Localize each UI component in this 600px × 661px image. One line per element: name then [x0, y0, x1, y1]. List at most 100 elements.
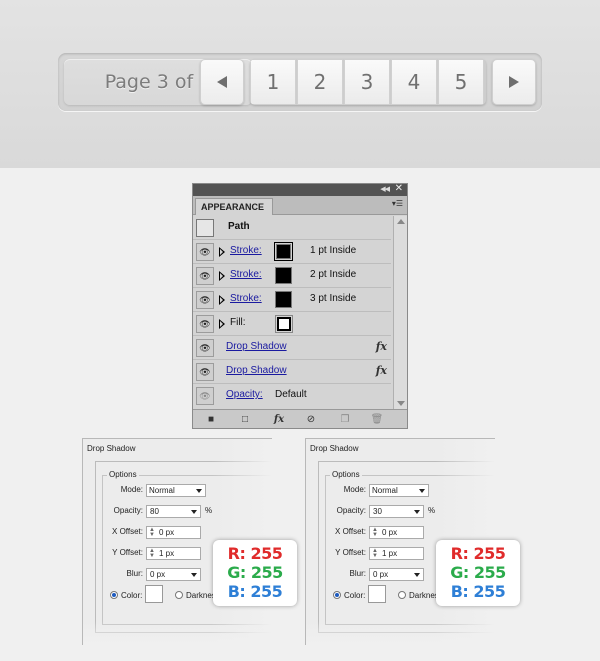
blur-value: 0 px — [373, 570, 389, 579]
opacity-input[interactable]: 80 — [146, 505, 201, 518]
trash-icon[interactable]: 🗑 — [371, 413, 384, 425]
dropdown-arrow-icon[interactable] — [191, 573, 197, 577]
dropdown-arrow-icon[interactable] — [414, 573, 420, 577]
close-icon[interactable]: ✕ — [395, 183, 403, 194]
eye-icon[interactable]: 👁 — [196, 267, 214, 285]
spinner-icon[interactable]: ▲ ▼ — [149, 527, 155, 538]
shadow-color-swatch[interactable] — [145, 585, 163, 603]
red-value: R: 255 — [227, 544, 283, 563]
fill-swatch[interactable] — [275, 315, 293, 333]
stroke-swatch[interactable] — [275, 267, 292, 284]
opacity-row[interactable]: 👁 Opacity: Default — [193, 384, 391, 408]
fill-row[interactable]: 👁 Fill: — [193, 312, 391, 336]
opacity-value: 30 — [373, 507, 382, 516]
eye-icon[interactable]: 👁 — [196, 339, 214, 357]
blur-input[interactable]: 0 px — [369, 568, 424, 581]
disclosure-triangle-icon[interactable] — [219, 319, 225, 329]
prev-page-button[interactable] — [200, 59, 244, 105]
y-offset-value: 1 px — [382, 549, 398, 558]
opacity-label: Opacity: — [336, 506, 366, 515]
arrow-right-icon — [509, 76, 519, 88]
color-label: Color: — [121, 591, 143, 600]
collapse-icon[interactable]: ◀◀ — [380, 185, 390, 193]
opacity-unit: % — [205, 506, 213, 515]
eye-icon[interactable]: 👁 — [196, 243, 214, 261]
page-button-5[interactable]: 5 — [438, 59, 484, 105]
spinner-icon[interactable]: ▲ ▼ — [372, 548, 378, 559]
stroke-swatch[interactable] — [274, 242, 293, 261]
drop-shadow-row-2[interactable]: 👁 Drop Shadow fx — [193, 360, 391, 384]
x-offset-label: X Offset: — [335, 527, 366, 536]
color-radio[interactable] — [333, 591, 341, 599]
opacity-link[interactable]: Opacity: — [226, 389, 263, 400]
add-fill-icon[interactable]: □ — [239, 413, 251, 425]
darkness-label: Darknes — [409, 591, 439, 600]
x-offset-input[interactable]: ▲ ▼ 0 px — [146, 526, 201, 539]
stroke-value: 3 pt Inside — [310, 293, 357, 304]
darkness-radio[interactable] — [398, 591, 406, 599]
mode-value: Normal — [372, 486, 398, 495]
page-number-group: 1 2 3 4 5 — [250, 59, 486, 105]
add-stroke-icon[interactable]: ■ — [205, 413, 217, 425]
y-offset-input[interactable]: ▲ ▼ 1 px — [369, 547, 424, 560]
shadow-color-swatch[interactable] — [368, 585, 386, 603]
spinner-icon[interactable]: ▲ ▼ — [372, 527, 378, 538]
spinner-icon[interactable]: ▲ ▼ — [149, 548, 155, 559]
pagination-bar: Page 3 of 9 1 2 3 4 5 — [58, 53, 542, 111]
path-row[interactable]: Path — [193, 216, 391, 240]
arrow-left-icon — [217, 76, 227, 88]
fx-icon: fx — [375, 364, 387, 377]
drop-shadow-row-1[interactable]: 👁 Drop Shadow fx — [193, 336, 391, 360]
blur-value: 0 px — [150, 570, 166, 579]
page-button-3[interactable]: 3 — [344, 59, 390, 105]
stroke-link[interactable]: Stroke: — [230, 293, 262, 304]
blue-value: B: 255 — [450, 582, 506, 601]
y-offset-input[interactable]: ▲ ▼ 1 px — [146, 547, 201, 560]
dropdown-arrow-icon[interactable] — [191, 510, 197, 514]
color-label: Color: — [344, 591, 366, 600]
clear-appearance-icon[interactable]: ⊘ — [305, 413, 317, 425]
stroke-link[interactable]: Stroke: — [230, 269, 262, 280]
stroke-swatch[interactable] — [275, 291, 292, 308]
opacity-label: Opacity: — [113, 506, 143, 515]
blur-input[interactable]: 0 px — [146, 568, 201, 581]
eye-icon[interactable]: 👁 — [196, 291, 214, 309]
rgb-readout-2: R: 255 G: 255 B: 255 — [436, 540, 520, 606]
add-effect-icon[interactable]: fx — [273, 413, 285, 425]
dropdown-arrow-icon — [196, 489, 202, 493]
duplicate-item-icon[interactable]: ❐ — [339, 413, 351, 425]
mode-select[interactable]: Normal — [146, 484, 206, 497]
panel-title-bar: ◀◀ ✕ — [193, 183, 407, 196]
rgb-readout-1: R: 255 G: 255 B: 255 — [213, 540, 297, 606]
stroke-row-1[interactable]: 👁 Stroke: 1 pt Inside — [193, 240, 391, 264]
dialog-title: Drop Shadow — [87, 444, 136, 453]
eye-icon[interactable]: 👁 — [196, 363, 214, 381]
y-offset-label: Y Offset: — [112, 548, 143, 557]
disclosure-triangle-icon[interactable] — [219, 271, 225, 281]
mode-select[interactable]: Normal — [369, 484, 429, 497]
page-button-2[interactable]: 2 — [297, 59, 343, 105]
tab-appearance[interactable]: APPEARANCE — [195, 198, 273, 215]
drop-shadow-link[interactable]: Drop Shadow — [226, 365, 287, 376]
stroke-link[interactable]: Stroke: — [230, 245, 262, 256]
eye-icon[interactable]: 👁 — [196, 387, 214, 405]
darkness-radio[interactable] — [175, 591, 183, 599]
scroll-up-icon[interactable] — [397, 219, 405, 224]
panel-scrollbar[interactable] — [393, 216, 407, 409]
page-button-4[interactable]: 4 — [391, 59, 437, 105]
dropdown-arrow-icon[interactable] — [414, 510, 420, 514]
opacity-input[interactable]: 30 — [369, 505, 424, 518]
x-offset-input[interactable]: ▲ ▼ 0 px — [369, 526, 424, 539]
drop-shadow-link[interactable]: Drop Shadow — [226, 341, 287, 352]
eye-icon[interactable]: 👁 — [196, 315, 214, 333]
page-button-1[interactable]: 1 — [250, 59, 296, 105]
disclosure-triangle-icon[interactable] — [219, 295, 225, 305]
next-page-button[interactable] — [492, 59, 536, 105]
stroke-row-3[interactable]: 👁 Stroke: 3 pt Inside — [193, 288, 391, 312]
panel-menu-icon[interactable]: ▾☰ — [392, 199, 403, 208]
scroll-down-icon[interactable] — [397, 401, 405, 406]
stroke-row-2[interactable]: 👁 Stroke: 2 pt Inside — [193, 264, 391, 288]
disclosure-triangle-icon[interactable] — [219, 247, 225, 257]
color-radio[interactable] — [110, 591, 118, 599]
dropdown-arrow-icon — [419, 489, 425, 493]
